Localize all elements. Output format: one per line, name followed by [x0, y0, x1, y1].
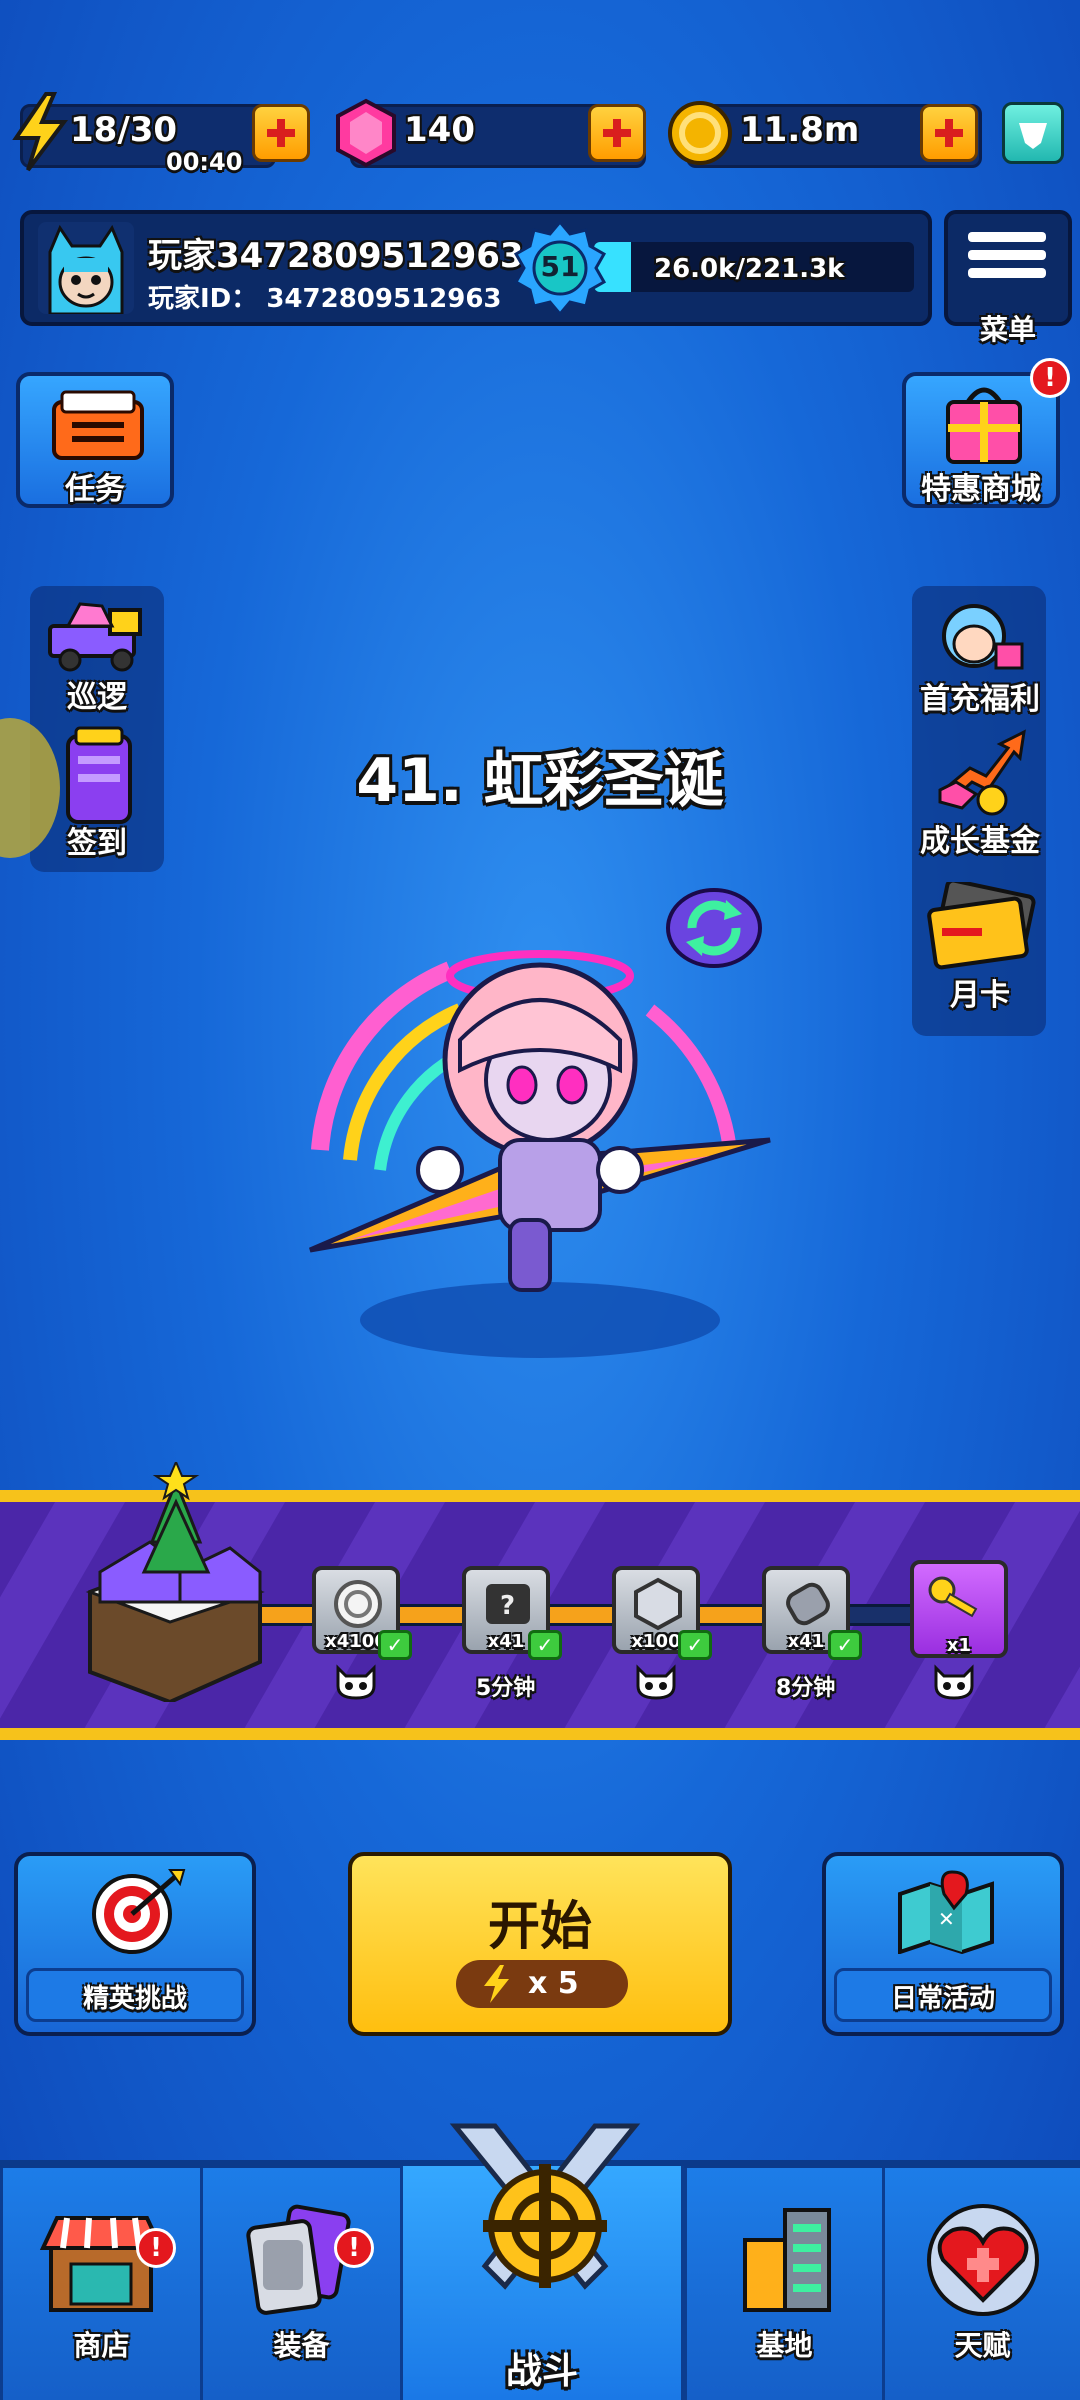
reward-node[interactable]: ? x41 ✓	[462, 1566, 562, 1660]
lightning-icon	[12, 92, 68, 172]
first-recharge-button[interactable]: 首充福利	[900, 598, 1060, 718]
patrol-label: 巡逻	[67, 680, 127, 715]
svg-text:✕: ✕	[938, 1907, 955, 1931]
target-icon	[92, 1869, 186, 1954]
menu-button[interactable]: 菜单	[944, 210, 1072, 346]
nav-equipment-label: 装备	[273, 2329, 330, 2362]
claimed-check-icon: ✓	[678, 1630, 712, 1660]
energy-add-button[interactable]	[252, 104, 310, 162]
coin-icon	[668, 101, 732, 165]
avatar[interactable]	[38, 222, 134, 314]
shield-button[interactable]	[1002, 102, 1064, 164]
reward-node[interactable]: x100 ✓	[612, 1566, 712, 1660]
growth-fund-label: 成长基金	[920, 824, 1040, 859]
crossed-swords-target-icon	[449, 2123, 641, 2290]
key-icon	[916, 1568, 996, 1632]
map-icon: ✕	[898, 1870, 994, 1954]
start-button[interactable]: 开始 x 5	[348, 1852, 732, 2036]
xp-text: 26.0k/221.3k	[654, 254, 845, 284]
boss-skull-icon	[932, 1664, 976, 1704]
player-id-value: 3472809512963	[266, 284, 502, 314]
timer-8min: 8分钟	[776, 1676, 836, 1701]
monthly-card-button[interactable]: 月卡	[900, 878, 1060, 1018]
monthly-card-label: 月卡	[950, 978, 1010, 1013]
energy-timer: 00:40	[166, 148, 243, 176]
christmas-island-illustration	[70, 1459, 270, 1705]
folder-icon	[52, 390, 144, 460]
start-label: 开始	[487, 1897, 592, 1957]
special-shop-alert-icon: !	[1030, 358, 1070, 398]
hamburger-icon	[968, 232, 1046, 278]
daily-events-label: 日常活动	[890, 1984, 995, 2014]
nav-battle-label: 战斗	[505, 2351, 578, 2392]
truck-icon	[48, 602, 142, 672]
lightning-icon	[484, 1965, 509, 2003]
hero-character-illustration	[290, 920, 790, 1390]
tasks-button[interactable]: 任务	[16, 372, 174, 508]
stage-title: 41. 虹彩圣诞	[356, 746, 724, 816]
reward-node[interactable]: x41 ✓	[762, 1566, 862, 1660]
special-shop-label: 特惠商城	[921, 472, 1041, 507]
reward-node[interactable]: x1	[910, 1560, 1008, 1658]
gems-add-button[interactable]	[588, 104, 646, 162]
level-badge: 51	[512, 220, 608, 316]
tasks-label: 任务	[65, 472, 125, 507]
elite-challenge-button[interactable]: 精英挑战	[14, 1852, 256, 2036]
first-recharge-label: 首充福利	[920, 682, 1040, 717]
nav-battle[interactable]: 战斗	[400, 2123, 684, 2400]
player-id-row: 玩家ID： 3472809512963	[148, 278, 502, 315]
player-panel[interactable]: 玩家3472809512963 玩家ID： 3472809512963 26.0…	[20, 210, 932, 326]
shield-icon	[1019, 123, 1047, 149]
shop-alert-icon: !	[136, 2228, 176, 2268]
level-number: 51	[540, 250, 580, 283]
nav-base-label: 基地	[756, 2329, 813, 2362]
nav-equipment[interactable]: 装备	[200, 2168, 400, 2400]
timer-5min: 5分钟	[476, 1676, 536, 1701]
reward-node[interactable]: x4100 ✓	[312, 1566, 412, 1660]
gems-count: 140	[404, 110, 475, 150]
nav-base[interactable]: 基地	[684, 2168, 882, 2400]
player-id-label: 玩家ID：	[148, 284, 258, 314]
mystery-ticket-icon: ?	[468, 1574, 548, 1638]
claimed-check-icon: ✓	[828, 1630, 862, 1660]
elite-challenge-label: 精英挑战	[82, 1984, 187, 2014]
energy-count: 18/30	[70, 110, 178, 150]
equipment-alert-icon: !	[334, 2228, 374, 2268]
nav-shop[interactable]: 商店	[0, 2168, 200, 2400]
nav-talent-label: 天赋	[954, 2329, 1011, 2362]
start-cost: x 5	[528, 1966, 579, 2001]
boss-skull-icon	[634, 1664, 678, 1704]
gem-icon	[336, 98, 396, 168]
daily-events-button[interactable]: ✕ 日常活动	[822, 1852, 1064, 2036]
claimed-check-icon: ✓	[528, 1630, 562, 1660]
nav-talent[interactable]: 天赋	[882, 2168, 1080, 2400]
nav-shop-label: 商店	[73, 2329, 130, 2362]
heart-shield-icon	[927, 2204, 1039, 2316]
hexagon-gem-icon	[618, 1574, 698, 1638]
coin-icon	[318, 1574, 398, 1638]
svg-text:?: ?	[500, 1591, 515, 1621]
boss-skull-icon	[334, 1664, 378, 1704]
card-icon	[927, 882, 1036, 970]
building-icon	[743, 2208, 831, 2312]
patrol-button[interactable]: 巡逻	[30, 596, 164, 716]
menu-label: 菜单	[979, 313, 1036, 346]
coins-add-button[interactable]	[920, 104, 978, 162]
player-name: 玩家3472809512963	[148, 236, 524, 276]
chip-icon	[768, 1574, 848, 1638]
reward-quantity: x1	[946, 1635, 972, 1656]
girl-avatar-icon	[942, 604, 1024, 670]
claimed-check-icon: ✓	[378, 1630, 412, 1660]
gift-bag-icon	[946, 387, 1022, 464]
coins-count: 11.8m	[740, 110, 860, 150]
start-cost-pill: x 5	[456, 1960, 628, 2008]
